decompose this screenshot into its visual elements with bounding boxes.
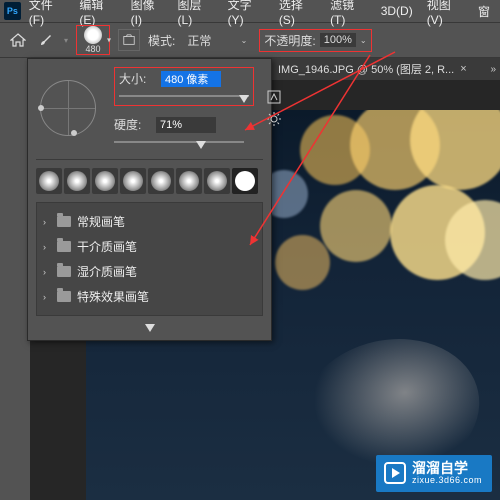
opacity-value[interactable]: 100% bbox=[320, 33, 356, 47]
close-icon[interactable]: × bbox=[460, 63, 466, 75]
tab-overflow-icon[interactable]: » bbox=[490, 64, 496, 75]
folder-icon bbox=[57, 241, 71, 252]
brush-thumb[interactable] bbox=[36, 168, 62, 194]
watermark-url: zixue.3d66.com bbox=[412, 476, 482, 486]
brush-thumbnail-strip bbox=[36, 159, 263, 194]
new-preset-icon[interactable] bbox=[266, 89, 282, 105]
gear-icon[interactable] bbox=[266, 111, 282, 127]
brush-folder-list: › 常规画笔 › 干介质画笔 › 湿介质画笔 › 特殊效果画笔 bbox=[36, 202, 263, 316]
brush-thumb[interactable] bbox=[204, 168, 230, 194]
brush-thumb[interactable] bbox=[120, 168, 146, 194]
size-input[interactable] bbox=[161, 71, 221, 87]
brush-preset-picker[interactable]: 480 ▾ bbox=[76, 25, 110, 55]
opacity-label: 不透明度: bbox=[264, 32, 315, 49]
brush-preview-icon bbox=[84, 26, 102, 44]
brush-size-label: 480 bbox=[86, 44, 101, 54]
brush-thumb-selected[interactable] bbox=[232, 168, 258, 194]
home-icon[interactable] bbox=[8, 30, 28, 50]
size-slider[interactable] bbox=[119, 89, 249, 103]
menu-3d[interactable]: 3D(D) bbox=[375, 2, 419, 20]
menu-filter[interactable]: 滤镜(T) bbox=[324, 0, 373, 29]
folder-icon bbox=[57, 216, 71, 227]
folder-label: 特殊效果画笔 bbox=[77, 288, 149, 305]
document-tab-bar: IMG_1946.JPG @ 50% (图层 2, R... × » bbox=[272, 58, 500, 80]
chevron-down-icon: ▾ bbox=[107, 36, 111, 45]
brush-tool-icon[interactable] bbox=[36, 30, 56, 50]
menu-bar: Ps 文件(F) 编辑(E) 图像(I) 图层(L) 文字(Y) 选择(S) 滤… bbox=[0, 0, 500, 22]
menu-image[interactable]: 图像(I) bbox=[125, 0, 170, 29]
resize-handle-icon[interactable] bbox=[145, 324, 155, 332]
menu-layer[interactable]: 图层(L) bbox=[172, 0, 220, 29]
brush-angle-widget[interactable] bbox=[40, 80, 96, 136]
menu-text[interactable]: 文字(Y) bbox=[222, 0, 271, 29]
hardness-slider[interactable] bbox=[114, 135, 244, 149]
brush-thumb[interactable] bbox=[92, 168, 118, 194]
chevron-down-icon[interactable]: ⌄ bbox=[360, 36, 367, 45]
opacity-group: 不透明度: 100% ⌄ bbox=[259, 29, 371, 52]
folder-icon bbox=[57, 266, 71, 277]
toolbox bbox=[0, 58, 26, 86]
watermark-title: 溜溜自学 bbox=[412, 461, 482, 476]
brush-thumb[interactable] bbox=[176, 168, 202, 194]
menu-select[interactable]: 选择(S) bbox=[273, 0, 322, 29]
watermark-logo-icon bbox=[384, 462, 406, 484]
brush-folder[interactable]: › 特殊效果画笔 bbox=[41, 284, 258, 309]
bokeh-circle bbox=[320, 190, 392, 262]
menu-view[interactable]: 视图(V) bbox=[421, 0, 470, 29]
tool-slot[interactable] bbox=[3, 62, 23, 82]
folder-label: 干介质画笔 bbox=[77, 238, 137, 255]
menu-window[interactable]: 窗 bbox=[472, 1, 496, 22]
folder-icon bbox=[57, 291, 71, 302]
size-label: 大小: bbox=[119, 70, 155, 87]
brush-panel-toggle[interactable] bbox=[118, 29, 140, 51]
mode-dropdown[interactable]: 正常 ⌄ bbox=[183, 30, 251, 51]
hardness-input[interactable] bbox=[156, 117, 216, 133]
folder-label: 常规画笔 bbox=[77, 213, 125, 230]
chevron-down-icon: ▾ bbox=[64, 36, 68, 45]
brush-folder[interactable]: › 湿介质画笔 bbox=[41, 259, 258, 284]
chevron-right-icon: › bbox=[43, 217, 51, 227]
brush-thumb[interactable] bbox=[64, 168, 90, 194]
brush-folder[interactable]: › 常规画笔 bbox=[41, 209, 258, 234]
folder-label: 湿介质画笔 bbox=[77, 263, 137, 280]
brush-folder[interactable]: › 干介质画笔 bbox=[41, 234, 258, 259]
document-tab-title[interactable]: IMG_1946.JPG @ 50% (图层 2, R... bbox=[278, 61, 454, 77]
brush-thumb[interactable] bbox=[148, 168, 174, 194]
app-logo: Ps bbox=[4, 2, 21, 20]
hardness-label: 硬度: bbox=[114, 116, 150, 133]
bokeh-circle bbox=[275, 235, 330, 290]
menu-file[interactable]: 文件(F) bbox=[23, 0, 72, 29]
brush-preset-panel: 大小: 硬度: bbox=[27, 58, 272, 341]
chevron-right-icon: › bbox=[43, 267, 51, 277]
watermark: 溜溜自学 zixue.3d66.com bbox=[376, 455, 492, 492]
chevron-right-icon: › bbox=[43, 292, 51, 302]
mode-value: 正常 bbox=[183, 30, 251, 51]
mode-label: 模式: bbox=[148, 32, 175, 49]
chevron-right-icon: › bbox=[43, 242, 51, 252]
